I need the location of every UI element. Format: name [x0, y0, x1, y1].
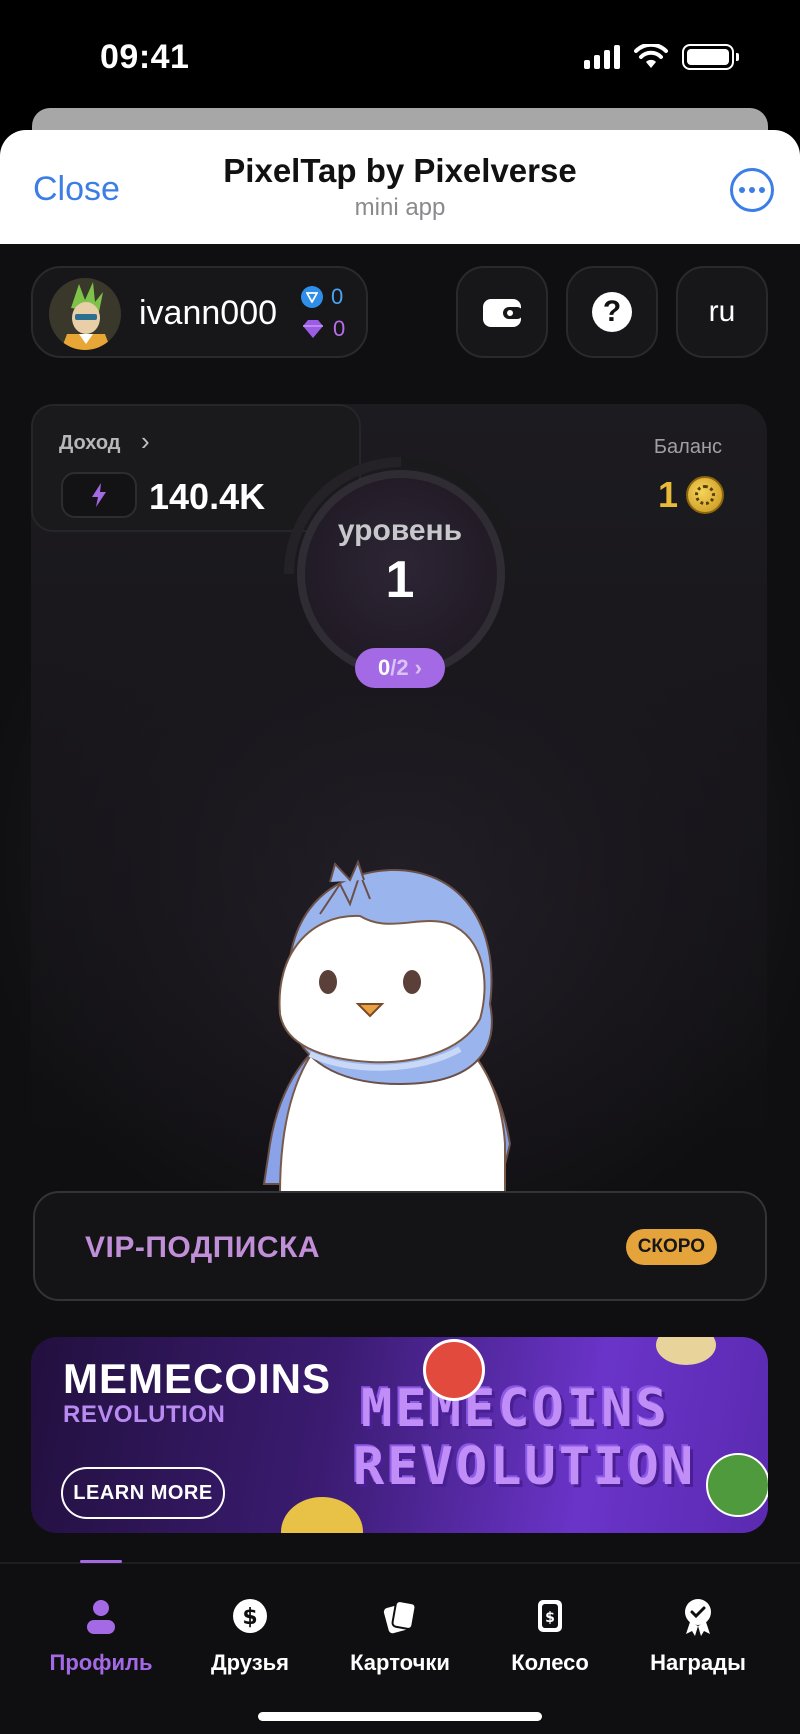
tab-wheel[interactable]: $ Колесо	[475, 1596, 625, 1676]
tab-label: Награды	[650, 1650, 746, 1675]
banner-subtitle: REVOLUTION	[63, 1401, 226, 1428]
app-header: Close PixelTap by Pixelverse mini app	[0, 130, 800, 244]
help-button[interactable]: ?	[566, 266, 658, 358]
penguin-character[interactable]	[250, 844, 550, 1194]
profile-icon	[87, 1600, 115, 1634]
progress-current: 0	[378, 655, 391, 680]
wallet-icon	[483, 299, 523, 327]
main-content: ivann000 0 0 ? ru Доход › 140.4K Баланс	[0, 244, 800, 1734]
tab-rewards[interactable]: Награды	[623, 1596, 773, 1676]
tab-friends[interactable]: $ Друзья	[175, 1596, 325, 1676]
income-label: Доход	[59, 432, 121, 454]
coin-icon	[686, 476, 724, 514]
language-button[interactable]: ru	[676, 266, 768, 358]
wallet-button[interactable]	[456, 266, 548, 358]
medal-icon	[685, 1599, 711, 1636]
gem-balance: 0	[301, 316, 345, 342]
status-time: 09:41	[100, 38, 190, 76]
tab-profile[interactable]: Профиль	[26, 1596, 176, 1676]
progress-total: /2	[390, 655, 409, 680]
tab-cards[interactable]: Карточки	[325, 1596, 475, 1676]
banner-art-line-1: MEMECOINS	[361, 1379, 670, 1439]
ton-balance: 0	[301, 284, 343, 310]
dollar-icon: $	[233, 1599, 267, 1633]
banner-art-line-2: REVOLUTION	[353, 1437, 697, 1497]
profile-pill[interactable]: ivann000 0 0	[31, 266, 368, 358]
wheel-icon: $	[538, 1600, 562, 1632]
balance-value: 1	[657, 474, 678, 515]
chevron-right-icon: ›	[414, 655, 422, 680]
tab-label: Карточки	[350, 1650, 450, 1675]
svg-text:$: $	[242, 1605, 257, 1630]
chevron-right-icon: ›	[141, 426, 150, 456]
gem-icon	[303, 320, 323, 338]
wifi-icon	[634, 44, 668, 68]
cat-token-icon	[423, 1339, 485, 1401]
tab-label: Друзья	[210, 1650, 290, 1675]
vip-title: VIP-ПОДПИСКА	[85, 1231, 320, 1264]
more-options-button[interactable]	[730, 168, 774, 212]
app-subtitle: mini app	[354, 194, 446, 221]
active-tab-indicator	[80, 1560, 122, 1563]
svg-text:$: $	[545, 1610, 555, 1626]
gem-count: 0	[333, 316, 346, 341]
status-badge: СКОРО	[625, 1229, 717, 1265]
balance: 1	[658, 474, 724, 516]
level-number: 1	[385, 551, 415, 609]
banner-title: MEMECOINS	[63, 1355, 332, 1402]
bolt-icon	[61, 472, 137, 518]
skull-token-icon	[281, 1497, 363, 1533]
battery-icon	[682, 44, 739, 70]
income-value: 140.4K	[149, 476, 266, 517]
promo-banner[interactable]: MEMECOINS REVOLUTION MEMECOINS REVOLUTIO…	[31, 1337, 768, 1533]
username: ivann000	[139, 294, 278, 332]
tab-label: Колесо	[511, 1650, 589, 1675]
app-title: PixelTap by Pixelverse	[223, 152, 577, 189]
learn-more-button[interactable]: LEARN MORE	[61, 1467, 225, 1519]
home-indicator[interactable]	[258, 1712, 542, 1721]
vip-subscription-card[interactable]: VIP-ПОДПИСКА СКОРО	[33, 1191, 767, 1301]
doge-token-icon	[656, 1337, 716, 1365]
pepe-token-icon	[706, 1453, 768, 1517]
cards-icon	[383, 1600, 417, 1634]
level-progress-button[interactable]: 0 /2 ›	[355, 648, 445, 688]
cellular-signal-icon	[584, 45, 620, 69]
avatar	[49, 278, 121, 350]
status-icons	[584, 44, 739, 70]
tab-label: Профиль	[49, 1650, 153, 1675]
ton-count: 0	[331, 284, 344, 309]
balance-label: Баланс	[653, 436, 722, 458]
question-icon: ?	[592, 292, 632, 332]
level-label: уровень	[337, 514, 463, 547]
ton-icon	[301, 286, 323, 308]
status-bar: 09:41	[0, 0, 800, 110]
